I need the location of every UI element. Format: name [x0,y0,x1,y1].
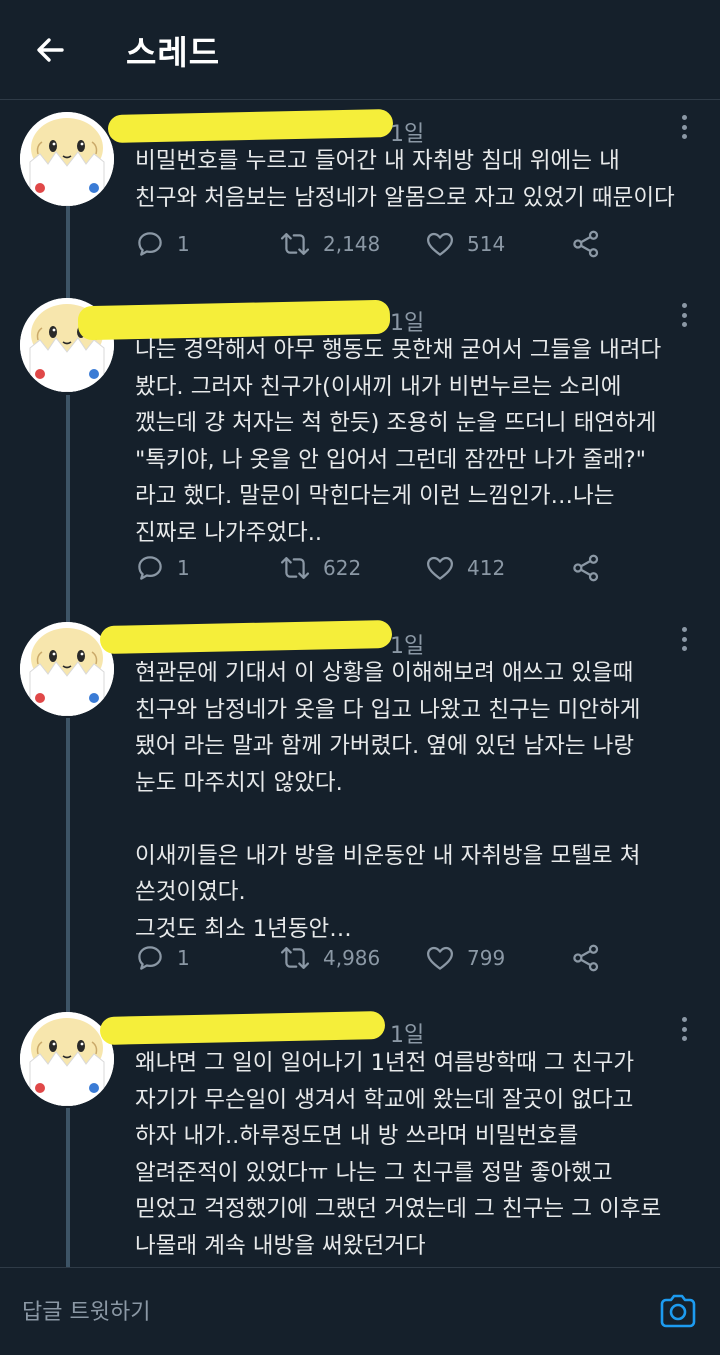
arrow-left-icon [37,38,64,62]
top-bar: 스레드 [0,0,720,100]
back-button[interactable] [28,28,72,72]
tweet-text: 현관문에 기대서 이 상황을 이해해보려 애쓰고 있을때 친구와 남정네가 옷을… [135,660,641,942]
tweet-text: 비밀번호를 누르고 들어간 내 자취방 침대 위에는 내 친구와 처음보는 남정… [135,148,675,211]
heart-icon [427,556,453,580]
reply-count: 1 [177,232,190,256]
reply-button[interactable]: 1 [135,550,190,586]
reply-count: 1 [177,556,190,580]
tweet-text: 왜냐면 그 일이 일어나기 1년전 여름방학때 그 친구가 자기가 무슨일이 생… [135,1050,662,1259]
reply-icon [138,946,162,970]
tweet-actions: 1 2,148 514 [135,226,635,262]
like-count: 514 [467,232,506,256]
reply-button[interactable]: 1 [135,226,190,262]
reply-compose-bar: 답글 트윗하기 [0,1267,720,1355]
like-button[interactable]: 514 [425,226,505,262]
share-button[interactable] [571,226,601,262]
tweet-actions: 1 4,986 799 [135,940,635,976]
thread-connector [66,718,70,1016]
retweet-icon [280,233,310,255]
retweet-icon [280,947,310,969]
retweet-icon [280,557,310,579]
like-button[interactable]: 412 [425,550,505,586]
more-options-button[interactable] [674,624,694,654]
avatar-image [20,112,114,206]
reply-count: 1 [177,946,190,970]
retweet-count: 622 [323,556,362,580]
more-options-button[interactable] [674,112,694,142]
thread-connector [66,206,70,302]
thread-connector [66,1108,70,1268]
tweet-text: 나는 경악해서 아무 행동도 못한채 굳어서 그들을 내려다 봤다. 그러자 친… [135,337,662,546]
like-count: 412 [467,556,506,580]
share-icon [573,554,599,582]
retweet-count: 4,986 [323,946,381,970]
redaction-mark [99,619,393,655]
reply-button[interactable]: 1 [135,940,190,976]
share-icon [573,230,599,258]
retweet-count: 2,148 [323,232,381,256]
more-options-button[interactable] [674,300,694,330]
heart-icon [427,946,453,970]
reply-input[interactable]: 답글 트윗하기 [22,1294,150,1326]
tweet-actions: 1 622 412 [135,550,635,586]
retweet-button[interactable]: 4,986 [279,940,380,976]
camera-icon [660,1294,696,1328]
thread-connector [66,395,70,627]
avatar[interactable] [20,112,114,206]
redaction-mark [107,109,394,143]
more-options-button[interactable] [674,1014,694,1044]
camera-button[interactable] [656,1292,700,1332]
like-button[interactable]: 799 [425,940,505,976]
heart-icon [427,232,453,256]
share-icon [573,944,599,972]
page-title: 스레드 [126,33,221,72]
share-button[interactable] [571,940,601,976]
share-button[interactable] [571,550,601,586]
like-count: 799 [467,946,506,970]
reply-icon [138,556,162,580]
retweet-button[interactable]: 622 [279,550,361,586]
reply-icon [138,232,162,256]
redaction-mark [99,1011,386,1045]
retweet-button[interactable]: 2,148 [279,226,380,262]
